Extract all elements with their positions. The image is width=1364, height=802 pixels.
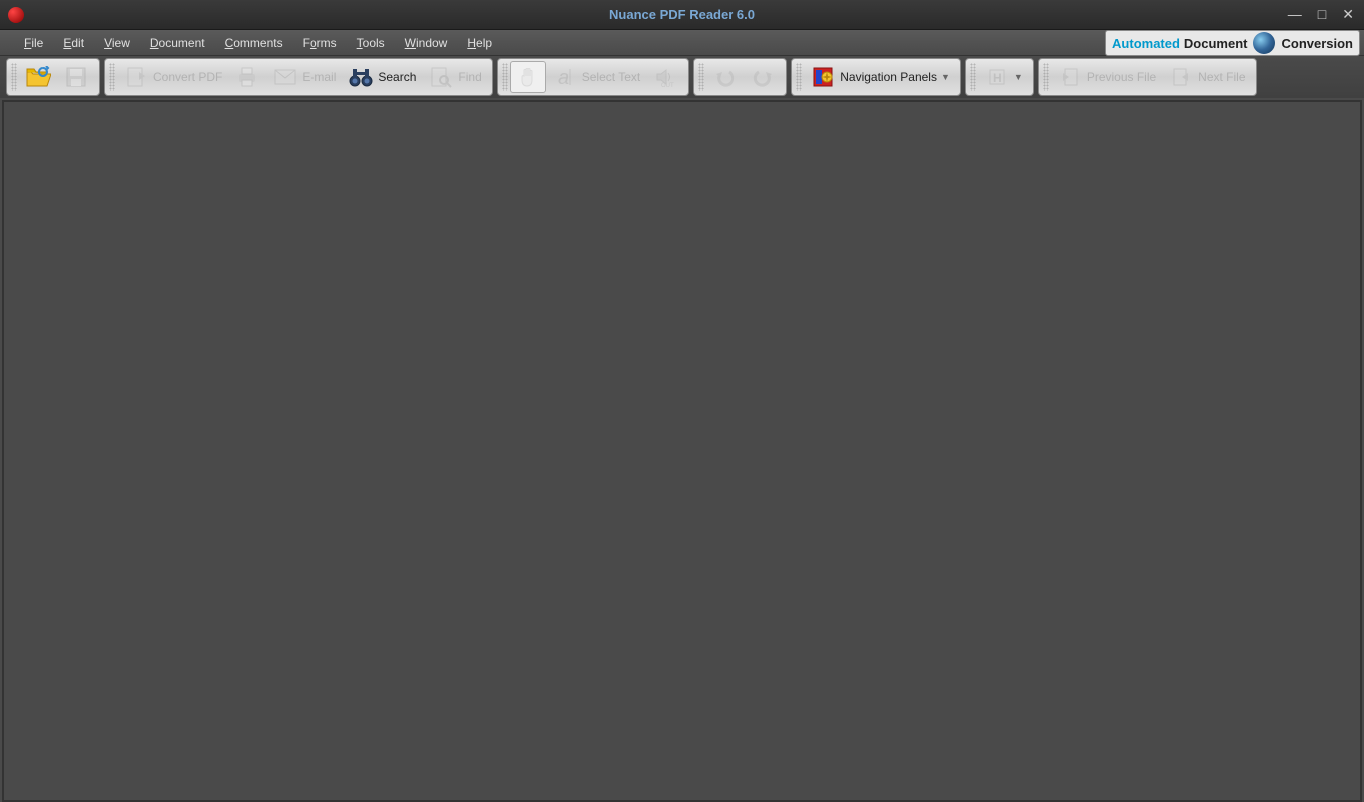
previous-file-label: Previous File: [1087, 70, 1156, 84]
tool-group-select: a Select Text OUT: [497, 58, 689, 96]
menu-view[interactable]: View: [94, 32, 140, 54]
tool-group-actions: Convert PDF E-mail Search Find: [104, 58, 493, 96]
redo-button[interactable]: [744, 62, 782, 92]
toolbar: Convert PDF E-mail Search Find: [0, 56, 1364, 98]
branding-conversion: Conversion: [1281, 36, 1353, 51]
nav-panels-icon: [810, 64, 836, 90]
select-text-label: Select Text: [582, 70, 640, 84]
select-text-button[interactable]: a Select Text: [546, 62, 646, 92]
select-text-icon: a: [552, 64, 578, 90]
branding-banner[interactable]: Automated Document Conversion: [1105, 30, 1360, 56]
search-button[interactable]: Search: [342, 62, 422, 92]
menu-comments[interactable]: Comments: [215, 32, 293, 54]
chevron-down-icon: ▼: [941, 72, 950, 82]
svg-text:H: H: [993, 71, 1002, 85]
email-button[interactable]: E-mail: [266, 62, 342, 92]
grip-icon: [11, 63, 17, 91]
tool-group-highlight: H ▼: [965, 58, 1034, 96]
find-icon: [428, 64, 454, 90]
menu-help[interactable]: Help: [457, 32, 502, 54]
grip-icon: [502, 63, 508, 91]
svg-text:a: a: [558, 67, 569, 88]
previous-file-button[interactable]: Previous File: [1051, 62, 1162, 92]
next-file-button[interactable]: Next File: [1162, 62, 1251, 92]
titlebar: Nuance PDF Reader 6.0 — □ ✕: [0, 0, 1364, 30]
convert-pdf-icon: [123, 64, 149, 90]
grip-icon: [796, 63, 802, 91]
nav-panels-label: Navigation Panels: [840, 70, 937, 84]
convert-pdf-label: Convert PDF: [153, 70, 222, 84]
grip-icon: [109, 63, 115, 91]
close-button[interactable]: ✕: [1338, 6, 1358, 23]
speaker-icon: OUT: [652, 64, 678, 90]
binoculars-icon: [348, 64, 374, 90]
tool-group-nav: Navigation Panels ▼: [791, 58, 961, 96]
branding-document: Document: [1184, 36, 1248, 51]
highlight-icon: H: [984, 64, 1010, 90]
convert-pdf-button[interactable]: Convert PDF: [117, 62, 228, 92]
read-aloud-button[interactable]: OUT: [646, 62, 684, 92]
menu-file[interactable]: File: [14, 32, 53, 54]
undo-button[interactable]: [706, 62, 744, 92]
print-icon: [234, 64, 260, 90]
window-controls: — □ ✕: [1284, 6, 1358, 23]
branding-automated: Automated: [1112, 36, 1180, 51]
hand-icon: [515, 64, 541, 90]
next-file-icon: [1168, 64, 1194, 90]
tool-group-undo: [693, 58, 787, 96]
next-file-label: Next File: [1198, 70, 1245, 84]
maximize-button[interactable]: □: [1314, 6, 1330, 23]
undo-icon: [712, 64, 738, 90]
save-icon: [63, 64, 89, 90]
menu-forms[interactable]: Forms: [293, 32, 347, 54]
navigation-panels-button[interactable]: Navigation Panels ▼: [804, 62, 956, 92]
open-button[interactable]: [19, 62, 57, 92]
menu-edit[interactable]: Edit: [53, 32, 94, 54]
redo-icon: [750, 64, 776, 90]
menu-window[interactable]: Window: [395, 32, 458, 54]
menu-document[interactable]: Document: [140, 32, 215, 54]
menubar: File Edit View Document Comments Forms T…: [0, 30, 1364, 56]
highlight-button[interactable]: H ▼: [978, 62, 1029, 92]
find-label: Find: [458, 70, 481, 84]
document-viewport: [2, 100, 1362, 802]
tool-group-filestep: Previous File Next File: [1038, 58, 1257, 96]
globe-icon: [1253, 32, 1275, 54]
grip-icon: [1043, 63, 1049, 91]
window-title: Nuance PDF Reader 6.0: [609, 7, 755, 22]
email-label: E-mail: [302, 70, 336, 84]
previous-file-icon: [1057, 64, 1083, 90]
tool-group-file: [6, 58, 100, 96]
grip-icon: [970, 63, 976, 91]
menu-tools[interactable]: Tools: [347, 32, 395, 54]
save-button[interactable]: [57, 62, 95, 92]
open-folder-icon: [25, 64, 51, 90]
grip-icon: [698, 63, 704, 91]
print-button[interactable]: [228, 62, 266, 92]
app-icon: [8, 7, 24, 23]
hand-tool-button[interactable]: [510, 61, 546, 93]
minimize-button[interactable]: —: [1284, 6, 1306, 23]
svg-text:OUT: OUT: [661, 83, 674, 88]
chevron-down-icon: ▼: [1014, 72, 1023, 82]
email-icon: [272, 64, 298, 90]
search-label: Search: [378, 70, 416, 84]
find-button[interactable]: Find: [422, 62, 487, 92]
